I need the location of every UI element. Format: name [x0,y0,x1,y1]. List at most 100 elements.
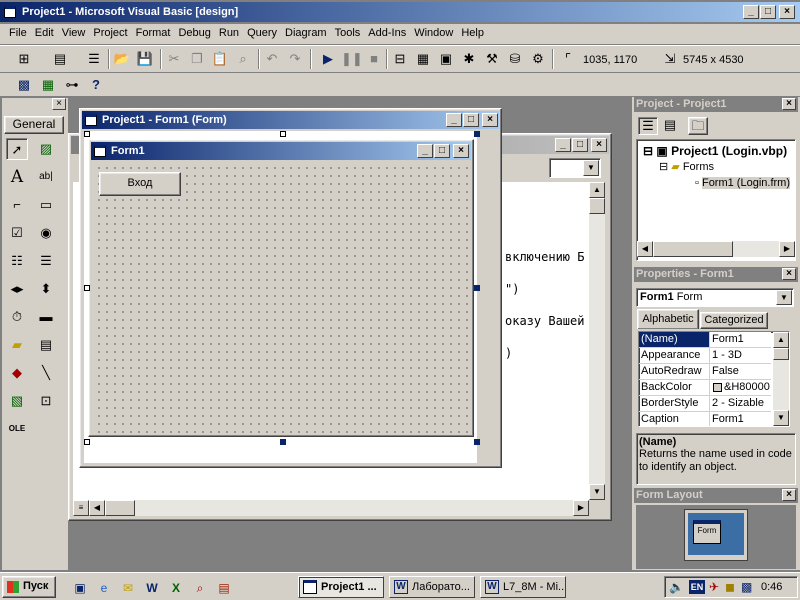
design-form-grid[interactable]: Вход [93,162,471,434]
menu-project[interactable]: Project [89,24,131,42]
vscrollbar-tool-icon[interactable]: ⬍ [35,278,57,300]
sizing-handle[interactable] [474,285,480,291]
start-icon[interactable]: ▶ [318,49,338,69]
textbox-tool-icon[interactable]: ab| [35,166,57,188]
sizing-handle[interactable] [84,439,90,445]
access-icon[interactable]: ⌕ [192,580,208,596]
menu-edit[interactable]: Edit [31,24,58,42]
toolbox-general-tab[interactable]: General [4,116,64,134]
image-tool-icon[interactable]: ▧ [6,390,28,412]
maximize-button[interactable]: □ [760,5,776,19]
break-icon[interactable]: ❚❚ [341,49,363,69]
component-manager-icon[interactable]: ⚙ [528,49,548,69]
toolbox-icon[interactable]: ⚒ [482,49,502,69]
sizing-handle[interactable] [280,131,286,137]
undo-icon[interactable]: ↶ [262,49,282,69]
optionbutton-tool-icon[interactable]: ◉ [35,222,57,244]
code-scroll-up-icon[interactable]: ▲ [589,182,605,198]
save-project-icon[interactable]: 💾 [135,49,155,69]
minimize-button[interactable]: _ [743,5,759,19]
form-layout-icon[interactable]: ▣ [436,49,456,69]
property-vscrollbar[interactable]: ▲ ▼ [773,332,789,426]
outlook-icon[interactable]: ✉ [120,580,136,596]
form-layout-area[interactable]: Form [636,505,796,569]
code-scroll-left-icon[interactable]: ◀ [89,500,105,516]
tray-app-icon[interactable]: ✈ [709,580,719,594]
procedure-dropdown[interactable]: ▼ [549,158,601,178]
code-hscroll-thumb[interactable] [105,500,135,516]
properties-title-bar[interactable]: Properties - Form1 × [634,267,798,282]
data-view-icon[interactable]: ⛁ [505,49,525,69]
form-layout-close-button[interactable]: × [782,489,796,501]
code-maximize-button[interactable]: □ [572,138,588,152]
frame-tool-icon[interactable]: ⌐ [6,194,28,216]
property-scroll-up-icon[interactable]: ▲ [773,332,789,348]
paste-icon[interactable]: 📋 [210,49,230,69]
design-form-minimize-button[interactable]: _ [417,144,433,158]
menu-diagram[interactable]: Diagram [281,24,331,42]
property-value[interactable]: &H80000 [709,380,771,395]
pointer-tool-icon[interactable]: ➚ [6,138,28,160]
tree-project-node[interactable]: ⊟ ▣ Project1 (Login.vbp) [643,144,787,158]
add-project-icon[interactable]: ⊞ [14,49,34,69]
tray-network-icon[interactable]: ▩ [741,580,752,594]
bring-to-front-icon[interactable]: ▩ [14,75,34,95]
line-tool-icon[interactable]: ╲ [35,362,57,384]
tree-icon[interactable]: ⊶ [62,75,82,95]
tree-form-item[interactable]: ▫ Form1 (Login.frm) [695,177,790,189]
design-form-close-button[interactable]: × [453,144,469,158]
design-form[interactable]: Form1 _ □ × Вход [88,139,474,437]
form-layout-title-bar[interactable]: Form Layout × [634,488,798,503]
redo-icon[interactable]: ↷ [285,49,305,69]
sizing-handle[interactable] [474,439,480,445]
find-icon[interactable]: ⌕ [233,49,253,69]
project-explorer-icon[interactable]: ⊟ [390,49,410,69]
tree-scroll-left-icon[interactable]: ◀ [637,241,653,257]
menu-query[interactable]: Query [243,24,281,42]
taskbar-button-l7[interactable]: W L7_8M - Mi... [480,576,566,598]
sizing-handle[interactable] [84,285,90,291]
add-form-icon[interactable]: ▤ [50,49,70,69]
property-row[interactable]: (Name) Form1 [639,332,771,348]
code-vscrollbar[interactable]: ▲ ▼ [589,182,605,500]
sizing-handle[interactable] [280,439,286,445]
object-dropdown[interactable]: Form1 Form ▼ [636,288,794,307]
commandbutton-tool-icon[interactable]: ▭ [35,194,57,216]
designer-close-button[interactable]: × [482,113,498,127]
label-tool-icon[interactable]: A [6,166,28,188]
toolbox-close-button[interactable]: × [52,98,66,110]
property-row[interactable]: BorderStyle 2 - Sizable [639,396,771,412]
view-object-icon[interactable]: ▤ [660,117,680,135]
volume-icon[interactable]: 🔈 [669,580,684,594]
property-row[interactable]: Caption Form1 [639,412,771,426]
tree-forms-node[interactable]: ⊟ ▰ Forms [659,160,714,173]
tray-antivirus-icon[interactable]: ◼ [725,580,735,594]
internet-explorer-icon[interactable]: e [96,580,112,596]
start-button[interactable]: Пуск [2,576,56,598]
design-form-maximize-button[interactable]: □ [434,144,450,158]
ole-tool-icon[interactable]: OLE [6,418,28,440]
main-title-bar[interactable]: Project1 - Microsoft Visual Basic [desig… [0,2,800,22]
properties-close-button[interactable]: × [782,268,796,280]
tree-hscrollbar[interactable]: ◀ ▶ [637,241,795,257]
drivelistbox-tool-icon[interactable]: ▬ [35,306,57,328]
help-icon[interactable]: ? [86,75,106,95]
language-indicator[interactable]: EN [689,580,705,594]
property-value[interactable]: False [709,364,771,379]
align-grid-icon[interactable]: ▦ [38,75,58,95]
menu-format[interactable]: Format [132,24,175,42]
checkbox-tool-icon[interactable]: ☑ [6,222,28,244]
property-grid[interactable]: (Name) Form1 Appearance 1 - 3D AutoRedraw F… [638,331,790,427]
filelistbox-tool-icon[interactable]: ▤ [35,334,57,356]
design-form-title-bar[interactable]: Form1 _ □ × [91,142,471,160]
hscrollbar-tool-icon[interactable]: ◂▸ [6,278,28,300]
property-value[interactable]: 1 - 3D [709,348,771,363]
code-scroll-down-icon[interactable]: ▼ [589,484,605,500]
menu-window[interactable]: Window [410,24,457,42]
combobox-tool-icon[interactable]: ☷ [6,250,28,272]
property-value[interactable]: 2 - Sizable [709,396,771,411]
tab-alphabetic[interactable]: Alphabetic [637,309,699,329]
taskbar-button-word[interactable]: W Лаборато... [389,576,475,598]
menu-debug[interactable]: Debug [174,24,214,42]
menu-file[interactable]: File [5,24,31,42]
